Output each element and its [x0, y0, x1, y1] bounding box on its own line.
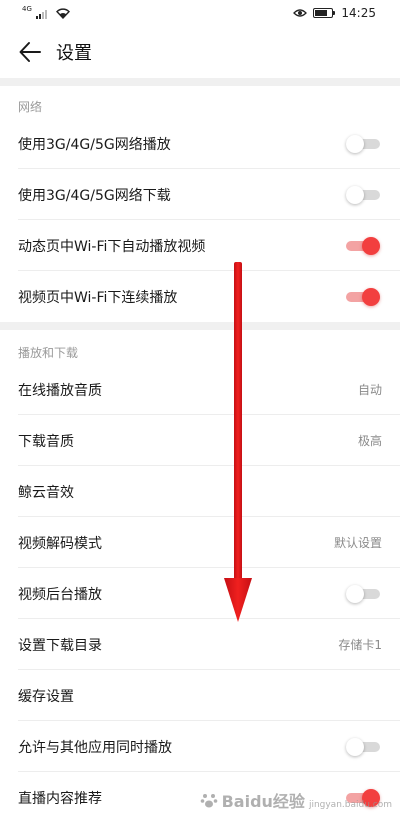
- setting-row-online-audio-quality[interactable]: 在线播放音质 自动: [0, 364, 400, 415]
- network-type-label: 4G: [22, 5, 32, 13]
- setting-row-continuous-play-wifi[interactable]: 视频页中Wi-Fi下连续播放: [0, 271, 400, 322]
- setting-row-play-on-mobile-network[interactable]: 使用3G/4G/5G网络播放: [0, 118, 400, 169]
- setting-row-sound-effect[interactable]: 鲸云音效: [0, 466, 400, 517]
- setting-label: 视频页中Wi-Fi下连续播放: [18, 289, 178, 306]
- section-divider-band: [0, 322, 400, 330]
- setting-row-video-background-play[interactable]: 视频后台播放: [0, 568, 400, 619]
- setting-row-cache-settings[interactable]: 缓存设置: [0, 670, 400, 721]
- setting-label: 缓存设置: [18, 688, 74, 705]
- setting-row-autoplay-video-wifi[interactable]: 动态页中Wi-Fi下自动播放视频: [0, 220, 400, 271]
- section-label-network: 网络: [18, 100, 43, 114]
- baidu-watermark: Baidu经验 jingyan.baidu.com: [200, 786, 392, 814]
- eye-icon: [293, 9, 308, 17]
- setting-value: 默认设置: [333, 536, 382, 550]
- wifi-icon: [55, 7, 70, 19]
- toggle-switch[interactable]: [346, 584, 380, 603]
- toggle-switch[interactable]: [346, 737, 380, 756]
- status-time: 14:25: [341, 6, 376, 20]
- setting-row-video-decode-mode[interactable]: 视频解码模式 默认设置: [0, 517, 400, 568]
- setting-row-allow-concurrent-play[interactable]: 允许与其他应用同时播放: [0, 721, 400, 772]
- setting-label: 视频后台播放: [18, 586, 102, 603]
- setting-row-download-on-mobile-network[interactable]: 使用3G/4G/5G网络下载: [0, 169, 400, 220]
- battery-level-fill: [315, 10, 328, 16]
- setting-row-download-directory[interactable]: 设置下载目录 存储卡1: [0, 619, 400, 670]
- setting-label: 设置下载目录: [18, 637, 102, 654]
- back-arrow-icon: [19, 42, 41, 62]
- setting-label: 使用3G/4G/5G网络播放: [18, 136, 171, 153]
- setting-value: 自动: [357, 383, 382, 397]
- toggle-switch[interactable]: [346, 287, 380, 306]
- toggle-switch[interactable]: [346, 185, 380, 204]
- section-divider-band: [0, 78, 400, 86]
- setting-label: 使用3G/4G/5G网络下载: [18, 187, 171, 204]
- page-title: 设置: [56, 43, 92, 64]
- battery-icon: [313, 8, 336, 18]
- setting-label: 在线播放音质: [18, 382, 102, 399]
- back-button[interactable]: [14, 36, 46, 68]
- watermark-subtext: jingyan.baidu.com: [308, 800, 392, 810]
- toggle-switch[interactable]: [346, 134, 380, 153]
- setting-label: 直播内容推荐: [18, 790, 102, 807]
- toggle-switch[interactable]: [346, 236, 380, 255]
- signal-icon: [35, 9, 47, 19]
- setting-value: 极高: [357, 434, 382, 448]
- status-left: 4G: [22, 5, 70, 19]
- app-header: 设置: [0, 26, 400, 78]
- setting-label: 动态页中Wi-Fi下自动播放视频: [18, 238, 206, 255]
- setting-label: 鲸云音效: [18, 484, 74, 501]
- setting-label: 下载音质: [18, 433, 74, 450]
- setting-row-download-audio-quality[interactable]: 下载音质 极高: [0, 415, 400, 466]
- watermark-text: Baidu经验: [221, 792, 305, 811]
- settings-screen: 4G 14:25 设置 网络 使用3G/4G/5G网络播放 使用3G/4G/5G…: [0, 0, 400, 816]
- setting-label: 允许与其他应用同时播放: [18, 739, 172, 756]
- setting-label: 视频解码模式: [18, 535, 102, 552]
- baidu-paw-icon: [200, 794, 217, 808]
- setting-value: 存储卡1: [338, 638, 382, 652]
- section-label-play-download: 播放和下载: [18, 346, 79, 360]
- status-bar: 4G 14:25: [0, 0, 400, 26]
- status-right: 14:25: [293, 6, 376, 20]
